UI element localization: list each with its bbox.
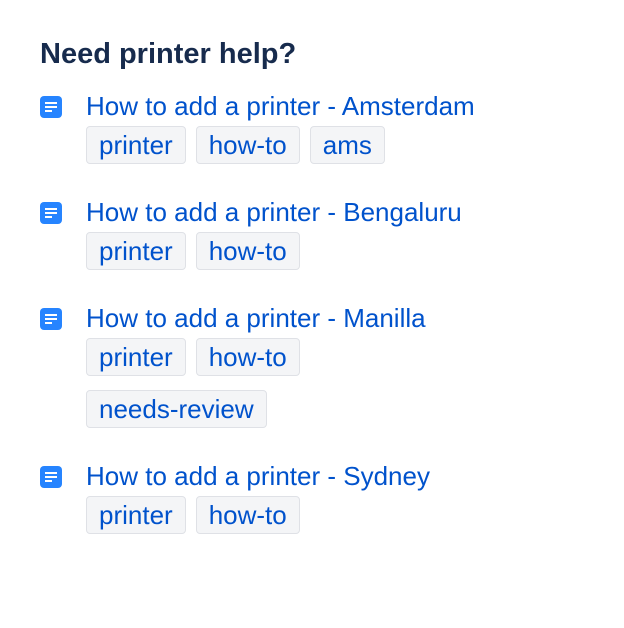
page-link[interactable]: How to add a printer - Bengaluru (86, 194, 462, 230)
label-tag[interactable]: how-to (195, 126, 300, 164)
item-body: How to add a printer - Sydney printer ho… (86, 458, 446, 548)
page-link[interactable]: How to add a printer - Sydney (86, 458, 430, 494)
label-tag[interactable]: how-to (195, 232, 300, 270)
page-link[interactable]: How to add a printer - Manilla (86, 300, 426, 336)
label-tag[interactable]: printer (86, 338, 186, 376)
panel-heading: Need printer help? (40, 38, 297, 70)
item-body: How to add a printer - Bengaluru printer… (86, 194, 462, 284)
label-tag[interactable]: how-to (195, 496, 300, 534)
page-link[interactable]: How to add a printer - Amsterdam (86, 88, 475, 124)
list-item: How to add a printer - Sydney printer ho… (40, 458, 624, 548)
item-body: How to add a printer - Manilla printer h… (86, 300, 446, 442)
label-tag[interactable]: needs-review (86, 390, 267, 428)
page-document-icon (40, 308, 62, 330)
label-list: printer how-to (86, 496, 446, 548)
page-document-icon (40, 466, 62, 488)
label-tag[interactable]: ams (309, 126, 385, 164)
list-item: How to add a printer - Amsterdam printer… (40, 88, 624, 178)
label-tag[interactable]: printer (86, 232, 186, 270)
related-pages-list: How to add a printer - Amsterdam printer… (40, 88, 624, 548)
label-tag[interactable]: printer (86, 126, 186, 164)
label-list: printer how-to (86, 232, 446, 284)
list-item: How to add a printer - Manilla printer h… (40, 300, 624, 442)
item-body: How to add a printer - Amsterdam printer… (86, 88, 475, 178)
list-item: How to add a printer - Bengaluru printer… (40, 194, 624, 284)
printer-help-panel: Need printer help? How to add a printer … (0, 0, 624, 628)
label-list: printer how-to ams (86, 126, 446, 178)
label-list: printer how-to needs-review (86, 338, 446, 442)
page-document-icon (40, 202, 62, 224)
page-document-icon (40, 96, 62, 118)
label-tag[interactable]: printer (86, 496, 186, 534)
label-tag[interactable]: how-to (195, 338, 300, 376)
